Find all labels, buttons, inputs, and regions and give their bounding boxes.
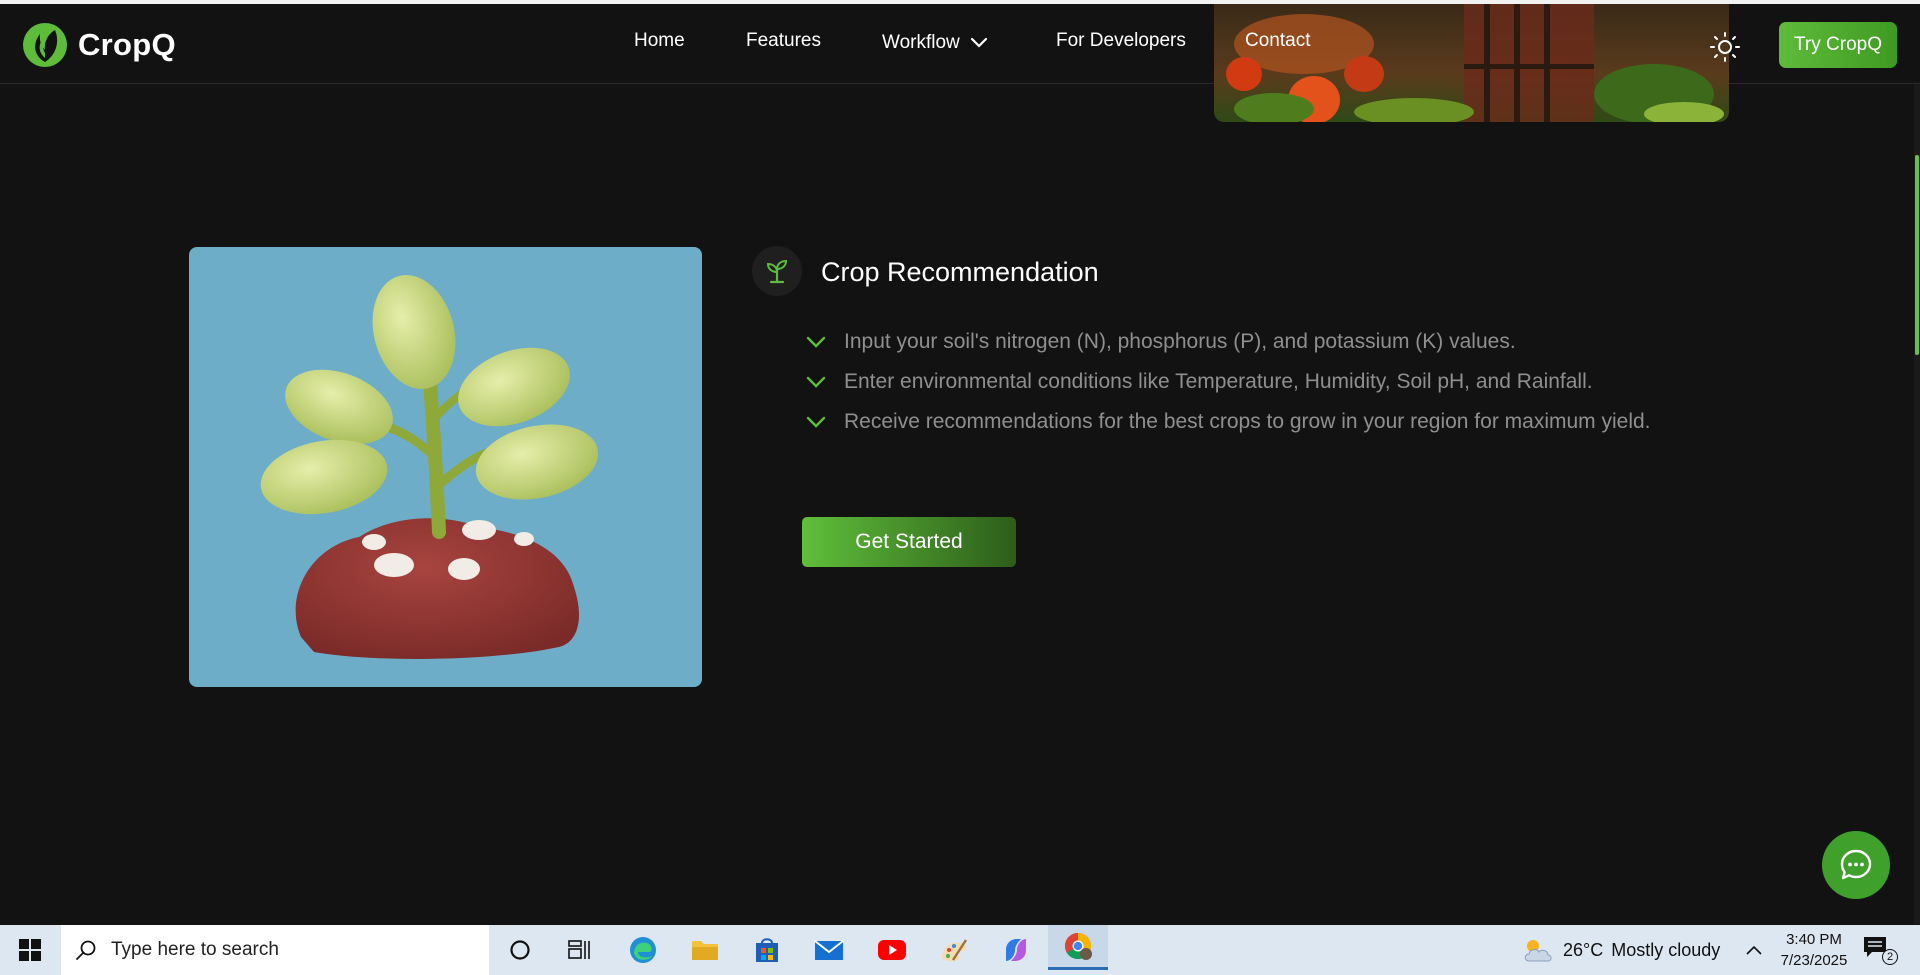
search-icon: [76, 940, 96, 960]
mail-button[interactable]: [805, 930, 853, 970]
nav-workflow-dropdown[interactable]: Workflow: [882, 32, 988, 54]
store-button[interactable]: [743, 930, 791, 970]
cortana-button[interactable]: [496, 930, 544, 970]
nav-for-developers[interactable]: For Developers: [1056, 30, 1186, 52]
check-icon: [806, 367, 828, 397]
leaf-logo-icon: [23, 23, 67, 67]
paint-button[interactable]: [930, 930, 978, 970]
weather-temperature: 26°C: [1563, 939, 1604, 960]
notification-center-button[interactable]: 2: [1862, 935, 1898, 967]
copilot-icon: [1006, 939, 1026, 961]
store-bag-icon: [756, 938, 778, 962]
cortana-circle-icon: [510, 940, 530, 960]
chat-button[interactable]: [1822, 831, 1890, 899]
tomato-plant-image: [1214, 4, 1729, 122]
chevron-up-icon: [1746, 945, 1762, 955]
try-cropq-button[interactable]: Try CropQ: [1779, 22, 1897, 68]
clock-date: 7/23/2025: [1780, 952, 1848, 969]
chrome-browser-icon: [1064, 932, 1092, 960]
windows-taskbar: Type here to search 26°C Mostly cloudy 3…: [0, 925, 1920, 975]
brand-name: CropQ: [78, 27, 176, 62]
notification-count-badge: 2: [1882, 949, 1898, 965]
copilot-button[interactable]: [992, 930, 1040, 970]
nav-home[interactable]: Home: [634, 30, 685, 52]
feature-title: Crop Recommendation: [821, 257, 1099, 287]
task-view-icon: [568, 940, 590, 959]
clock-time: 3:40 PM: [1786, 931, 1842, 948]
nav-workflow-label: Workflow: [882, 32, 960, 53]
edge-taskbar-button[interactable]: [619, 930, 667, 970]
chrome-taskbar-button[interactable]: [1048, 925, 1108, 970]
chat-bubble-icon: [1840, 849, 1872, 880]
chevron-down-icon: [970, 37, 987, 48]
feature-bullet-list: Input your soil's nitrogen (N), phosphor…: [806, 327, 1666, 447]
nav-contact[interactable]: Contact: [1245, 30, 1310, 52]
brand[interactable]: CropQ: [22, 22, 176, 68]
weather-widget[interactable]: 26°C Mostly cloudy: [1521, 925, 1720, 975]
nav-features[interactable]: Features: [746, 30, 821, 52]
weather-condition: Mostly cloudy: [1611, 939, 1721, 960]
feature-bullet: Enter environmental conditions like Temp…: [806, 367, 1666, 397]
get-started-button[interactable]: Get Started: [802, 517, 1016, 567]
system-clock[interactable]: 3:40 PM 7/23/2025: [1770, 929, 1858, 971]
start-button[interactable]: [0, 925, 60, 975]
search-placeholder: Type here to search: [111, 939, 279, 960]
sun-icon: [1710, 32, 1740, 62]
feature-bullet-text: Enter environmental conditions like Temp…: [844, 370, 1593, 393]
site-navbar: CropQ Home Features Workflow For Develop…: [0, 4, 1920, 122]
theme-toggle-button[interactable]: [1708, 30, 1742, 64]
seedling-3d-image: [260, 275, 599, 659]
seedling-icon: [766, 259, 788, 284]
show-hidden-icons-button[interactable]: [1742, 937, 1766, 963]
scrollbar-thumb[interactable]: [1915, 155, 1919, 355]
cloudy-weather-icon: [1524, 940, 1552, 962]
feature-bullet: Input your soil's nitrogen (N), phosphor…: [806, 327, 1666, 357]
taskbar-search-input[interactable]: Type here to search: [61, 925, 489, 975]
youtube-button[interactable]: [868, 930, 916, 970]
windows-logo-icon: [19, 939, 41, 961]
plant-illustration: [189, 247, 702, 687]
edge-browser-icon: [630, 937, 656, 963]
check-icon: [806, 407, 828, 437]
paint-palette-icon: [942, 939, 968, 962]
feature-bullet-text: Input your soil's nitrogen (N), phosphor…: [844, 330, 1516, 353]
check-icon: [806, 327, 828, 357]
page: CropQ Home Features Workflow For Develop…: [0, 0, 1920, 975]
feature-icon-badge: [752, 246, 802, 296]
file-explorer-button[interactable]: [681, 930, 729, 970]
youtube-icon: [878, 940, 906, 960]
hero-image-fragment: [1214, 4, 1729, 122]
mail-envelope-icon: [814, 940, 844, 960]
feature-bullet-text: Receive recommendations for the best cro…: [844, 410, 1651, 433]
folder-icon: [692, 941, 718, 960]
feature-bullet: Receive recommendations for the best cro…: [806, 407, 1666, 437]
task-view-button[interactable]: [556, 930, 604, 970]
